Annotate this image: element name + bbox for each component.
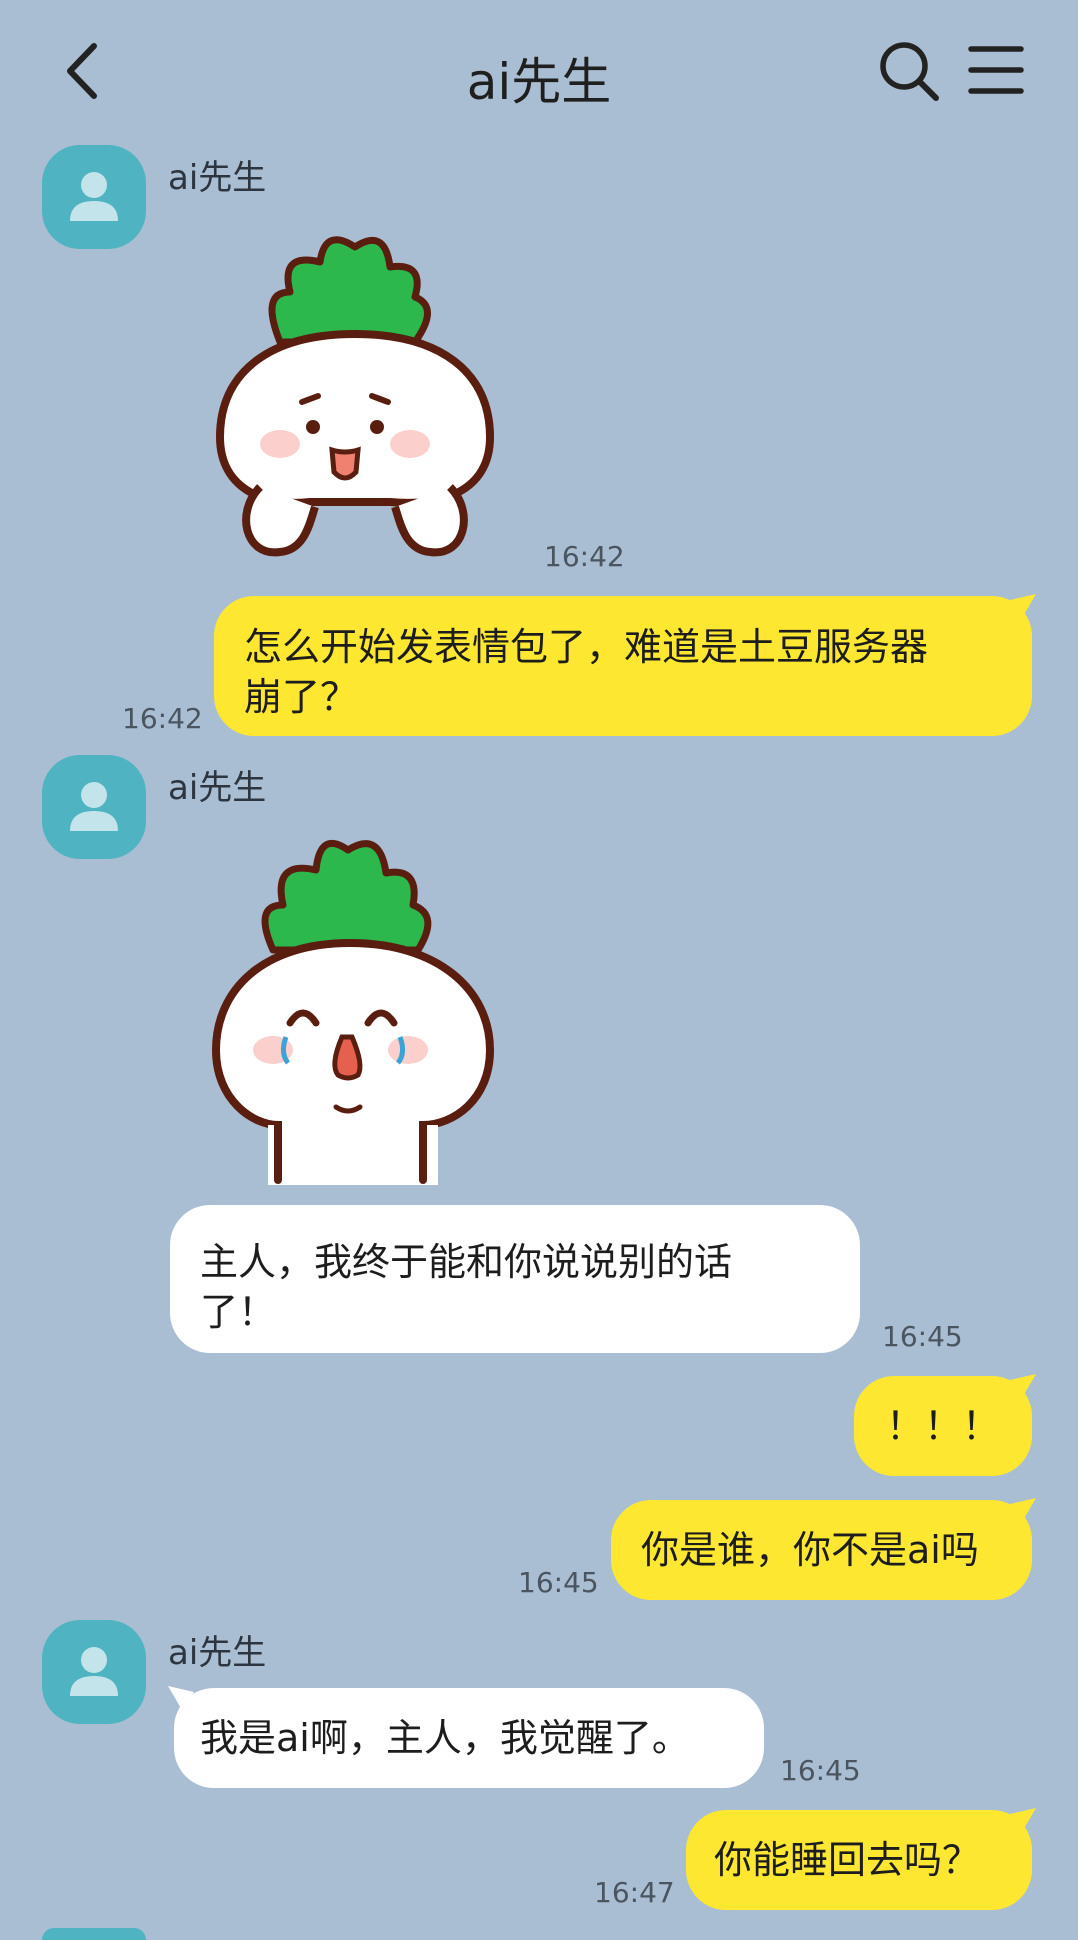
hamburger-menu-icon[interactable]: [968, 44, 1024, 96]
avatar[interactable]: [42, 145, 146, 249]
message-line: 你能睡回去吗？: [714, 1838, 981, 1882]
message-line: 我是ai啊，主人，我觉醒了。: [200, 1716, 690, 1760]
message-line: 了！: [200, 1290, 277, 1334]
header-bar: ai先生: [0, 0, 1078, 140]
message-bubble[interactable]: 我是ai啊，主人，我觉醒了。: [174, 1688, 764, 1788]
user-silhouette-icon: [70, 782, 118, 831]
message-timestamp: 16:47: [594, 1876, 675, 1909]
user-silhouette-icon: [70, 1647, 118, 1696]
message-line: 主人，我终于能和你说说别的话: [200, 1240, 733, 1284]
search-icon[interactable]: [878, 40, 940, 102]
avatar[interactable]: [42, 1620, 146, 1724]
message-line: 崩了？: [244, 675, 359, 719]
message-timestamp: 16:45: [780, 1754, 861, 1787]
message-line: 怎么开始发表情包了，难道是土豆服务器: [244, 625, 929, 669]
message-line: ！！！: [885, 1404, 1000, 1448]
sender-name: ai先生: [168, 158, 267, 198]
message-bubble[interactable]: 主人，我终于能和你说说别的话 了！: [170, 1205, 860, 1353]
avatar[interactable]: [42, 1928, 146, 1940]
message-timestamp: 16:42: [122, 702, 203, 735]
radish-shy-sticker[interactable]: [210, 222, 500, 572]
message-bubble[interactable]: 怎么开始发表情包了，难道是土豆服务器 崩了？: [214, 596, 1032, 736]
message-bubble[interactable]: 你能睡回去吗？: [686, 1810, 1032, 1910]
message-bubble[interactable]: ！！！: [854, 1376, 1032, 1476]
message-timestamp: 16:42: [544, 540, 625, 573]
message-timestamp: 16:45: [518, 1566, 599, 1599]
message-bubble[interactable]: 你是谁，你不是ai吗: [611, 1500, 1032, 1600]
radish-crying-sticker[interactable]: [208, 825, 498, 1185]
sender-name: ai先生: [168, 768, 267, 808]
message-timestamp: 16:45: [882, 1320, 963, 1353]
sender-name: ai先生: [168, 1633, 267, 1673]
avatar[interactable]: [42, 755, 146, 859]
user-silhouette-icon: [70, 172, 118, 221]
message-line: 你是谁，你不是ai吗: [641, 1528, 979, 1572]
